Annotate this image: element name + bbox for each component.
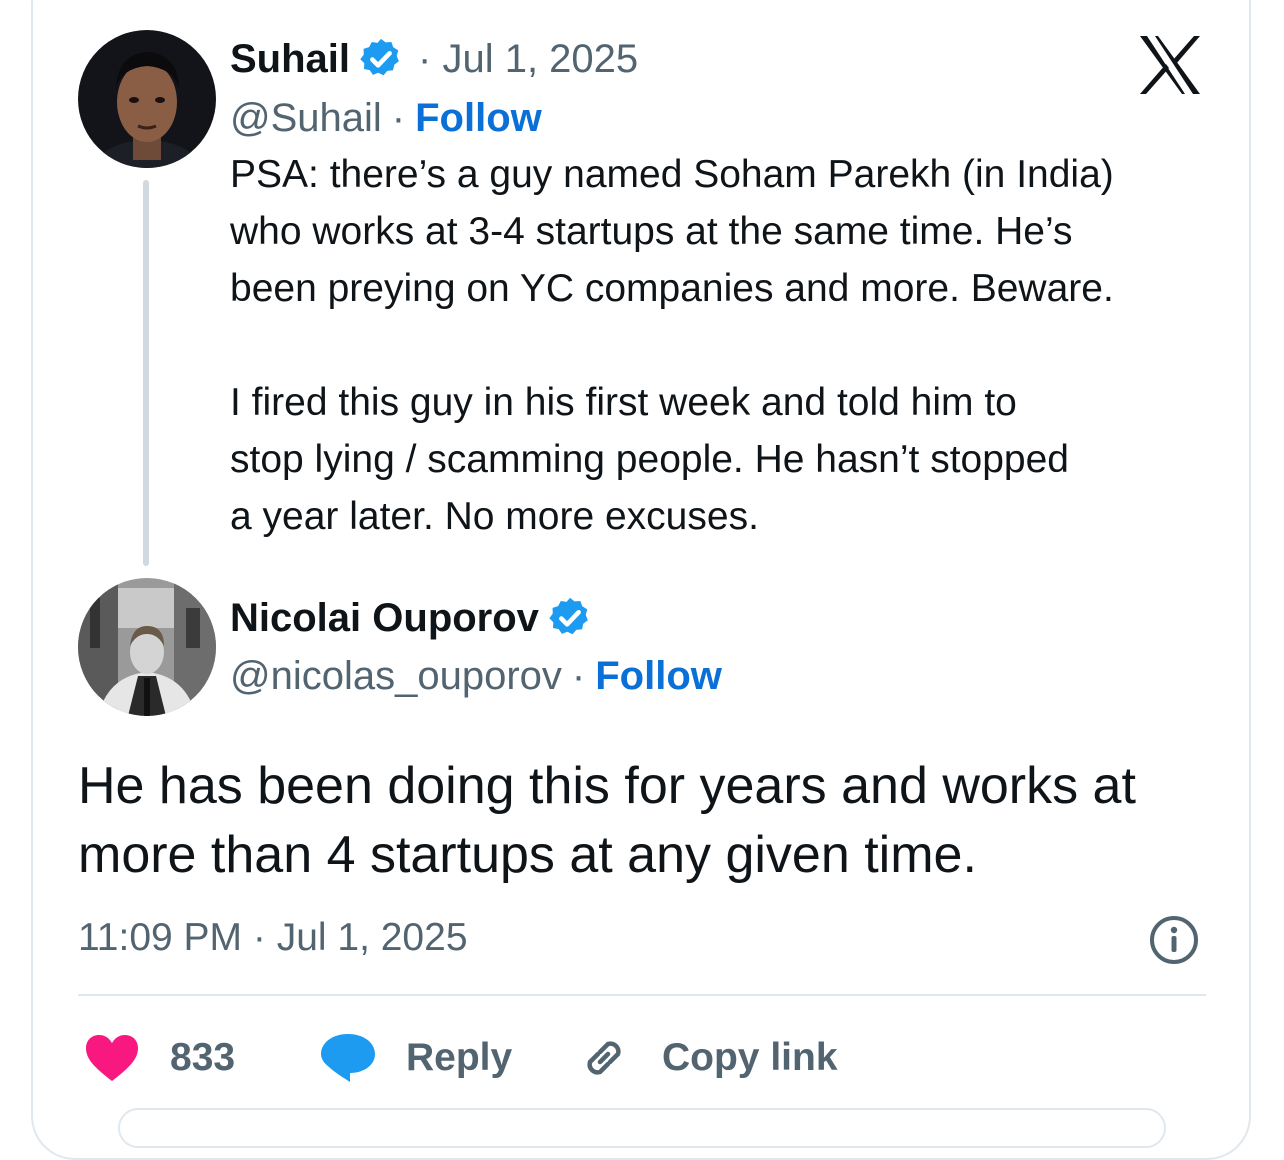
original-tweet-handle-row: @Suhail · Follow [230,94,542,142]
reply-tweet-handle-row: @nicolas_ouporov · Follow [230,652,722,700]
follow-button[interactable]: Follow [415,96,542,141]
verified-badge-icon [547,595,593,641]
author-handle[interactable]: @nicolas_ouporov [230,654,562,699]
nicolai-avatar-image [78,578,216,716]
like-count: 833 [170,1036,236,1079]
author-handle[interactable]: @Suhail [230,96,382,141]
x-logo-icon[interactable] [1138,34,1202,96]
separator-dot: · [391,95,406,140]
link-icon [578,1032,630,1084]
reply-label: Reply [406,1036,513,1079]
original-tweet-header: Suhail · Jul 1, 2025 [230,35,638,83]
reply-tweet-text: He has been doing this for years and wor… [78,757,1136,884]
suhail-avatar-image [78,30,216,168]
copy-link-label: Copy link [662,1036,838,1079]
author-name[interactable]: Nicolai Ouporov [230,596,539,641]
reply-button[interactable]: Reply [320,1028,512,1088]
verified-badge-icon [358,36,404,82]
tweet-timestamp[interactable]: 11:09 PM · Jul 1, 2025 [78,914,468,962]
original-tweet-text: PSA: there’s a guy named Soham Parekh (i… [230,153,1114,538]
reply-tweet-header: Nicolai Ouporov [230,594,593,642]
follow-button[interactable]: Follow [595,654,722,699]
nicolai-avatar[interactable] [78,578,216,716]
like-button[interactable]: 833 [84,1028,235,1088]
author-name[interactable]: Suhail [230,37,350,82]
read-replies-button[interactable] [118,1108,1166,1148]
separator-dot: · [571,653,586,698]
heart-icon [84,1033,140,1083]
thread-connector-line [143,180,149,566]
suhail-avatar[interactable] [78,30,216,168]
divider [78,994,1206,996]
speech-bubble-icon [320,1032,376,1084]
info-icon[interactable] [1148,914,1200,966]
copy-link-button[interactable]: Copy link [578,1028,838,1088]
tweet-date[interactable]: · Jul 1, 2025 [418,37,638,82]
